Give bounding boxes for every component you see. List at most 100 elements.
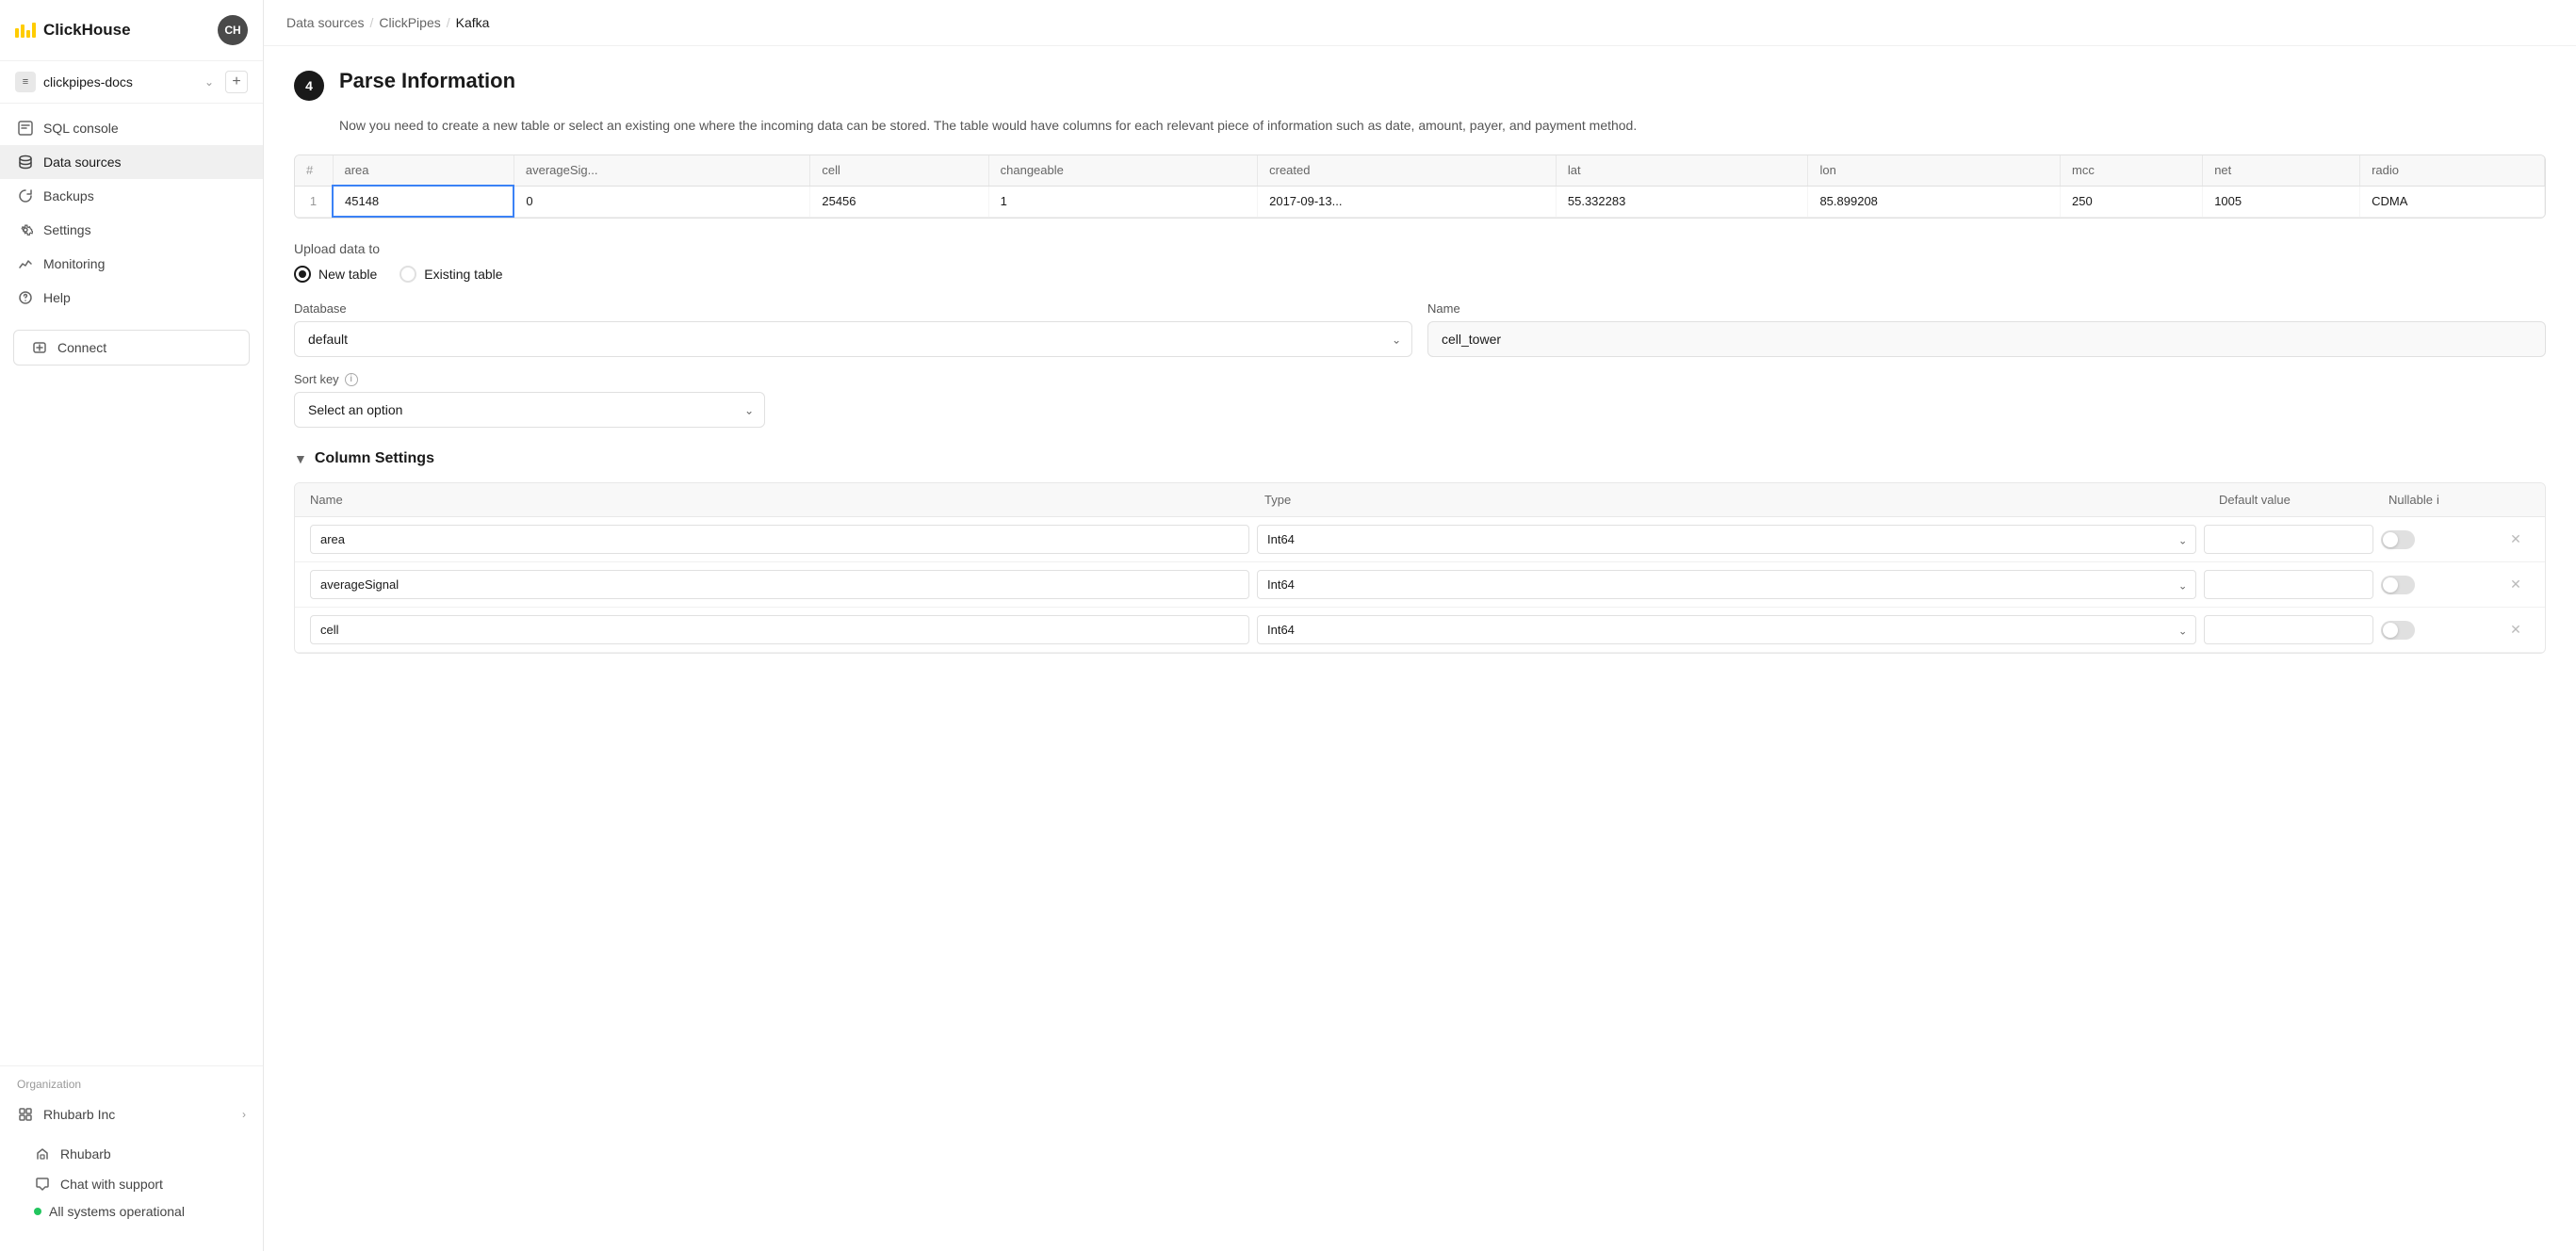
sort-key-select-wrapper: Select an option: [294, 392, 765, 428]
sidebar-item-backups[interactable]: Backups: [0, 179, 263, 213]
page-content: 4 Parse Information Now you need to crea…: [264, 46, 2576, 676]
col-name-averagesignal[interactable]: [310, 570, 1249, 599]
col-type-select-cell[interactable]: Int64: [1257, 615, 2196, 644]
col-header-radio: radio: [2360, 155, 2545, 186]
col-header-num: #: [295, 155, 333, 186]
system-status-label: All systems operational: [49, 1204, 185, 1219]
nullable-info-icon[interactable]: i: [2437, 493, 2439, 507]
connect-button[interactable]: Connect: [13, 330, 250, 366]
name-field-group: Name: [1427, 301, 2546, 357]
rhubarb-icon: [34, 1145, 51, 1162]
radio-new-table-circle: [294, 266, 311, 283]
chat-icon: [34, 1176, 51, 1193]
col-default-cell[interactable]: [2204, 615, 2373, 644]
col-default-averagesignal[interactable]: [2204, 570, 2373, 599]
settings-icon: [17, 221, 34, 238]
logo-bar-1: [15, 28, 19, 38]
col-header-changeable: changeable: [988, 155, 1257, 186]
cell-averagesig: 0: [514, 186, 809, 217]
col-header-lat: lat: [1556, 155, 1808, 186]
cell-lon: 85.899208: [1808, 186, 2061, 217]
settings-label: Settings: [43, 222, 91, 237]
radio-new-table[interactable]: New table: [294, 266, 377, 283]
column-row-averagesignal: Int64 ✕: [295, 562, 2545, 608]
cell-cell: 25456: [810, 186, 988, 217]
chat-support-button[interactable]: Chat with support: [34, 1170, 229, 1198]
breadcrumb-clickpipes[interactable]: ClickPipes: [379, 15, 440, 30]
status-dot-icon: [34, 1208, 41, 1215]
sidebar-item-sql-console[interactable]: SQL console: [0, 111, 263, 145]
table-row: 1 45148 0 25456 1 2017-09-13... 55.33228…: [295, 186, 2545, 217]
backups-label: Backups: [43, 188, 94, 203]
database-select[interactable]: default: [294, 321, 1412, 357]
col-name-cell[interactable]: [310, 615, 1249, 644]
col-default-area[interactable]: [2204, 525, 2373, 554]
columns-header-row: Name Type Default value Nullable i: [295, 483, 2545, 517]
logo-bars-icon: [15, 23, 36, 38]
workspace-selector[interactable]: ≡ clickpipes-docs ⌄ +: [0, 61, 263, 104]
radio-group: New table Existing table: [294, 266, 2546, 283]
radio-existing-table[interactable]: Existing table: [399, 266, 502, 283]
sidebar-bottom: Organization Rhubarb Inc ›: [0, 1065, 263, 1251]
form-row-db-name: Database default Name: [294, 301, 2546, 357]
column-row-cell: Int64 ✕: [295, 608, 2545, 653]
sort-key-label-text: Sort key: [294, 372, 339, 386]
sidebar-item-monitoring[interactable]: Monitoring: [0, 247, 263, 281]
main-content: Data sources / ClickPipes / Kafka 4 Pars…: [264, 0, 2576, 1251]
sidebar-item-settings[interactable]: Settings: [0, 213, 263, 247]
org-chevron-icon: ›: [242, 1108, 246, 1121]
avatar[interactable]: CH: [218, 15, 248, 45]
cell-lat: 55.332283: [1556, 186, 1808, 217]
col-header-averagesig: averageSig...: [514, 155, 809, 186]
backups-icon: [17, 187, 34, 204]
sort-key-select[interactable]: Select an option: [294, 392, 765, 428]
name-label: Name: [1427, 301, 2546, 316]
col-header-mcc: mcc: [2061, 155, 2203, 186]
sidebar-item-help[interactable]: Help: [0, 281, 263, 315]
breadcrumb-data-sources[interactable]: Data sources: [286, 15, 364, 30]
col-delete-averagesignal[interactable]: ✕: [2502, 577, 2530, 593]
connect-label: Connect: [57, 340, 106, 355]
cell-area: 45148: [333, 186, 514, 217]
breadcrumb-kafka: Kafka: [456, 15, 490, 30]
col-delete-cell[interactable]: ✕: [2502, 622, 2530, 638]
col-delete-area[interactable]: ✕: [2502, 531, 2530, 547]
col-header-delete: [2502, 493, 2530, 507]
sidebar-item-data-sources[interactable]: Data sources: [0, 145, 263, 179]
monitoring-label: Monitoring: [43, 256, 105, 271]
collapse-icon: ▼: [294, 451, 307, 466]
sql-console-label: SQL console: [43, 121, 119, 136]
help-icon: [17, 289, 34, 306]
table-header-row: # area averageSig... cell changeable cre…: [295, 155, 2545, 186]
add-workspace-button[interactable]: +: [225, 71, 248, 93]
rhubarb-item[interactable]: Rhubarb: [34, 1138, 229, 1170]
col-header-nullable: Nullable i: [2389, 493, 2502, 507]
radio-existing-table-circle: [399, 266, 416, 283]
chat-support-label: Chat with support: [60, 1177, 163, 1192]
step-header: 4 Parse Information: [294, 69, 2546, 101]
col-type-select-area[interactable]: Int64: [1257, 525, 2196, 554]
step-number: 4: [294, 71, 324, 101]
column-settings-header[interactable]: ▼ Column Settings: [294, 450, 2546, 467]
sort-key-info-icon[interactable]: i: [345, 373, 358, 386]
step-title: Parse Information: [339, 69, 515, 93]
col-header-name: Name: [310, 493, 1264, 507]
col-name-area[interactable]: [310, 525, 1249, 554]
col-type-select-averagesignal[interactable]: Int64: [1257, 570, 2196, 599]
database-select-wrapper: default: [294, 321, 1412, 357]
col-nullable-cell[interactable]: [2381, 621, 2415, 640]
name-input[interactable]: [1427, 321, 2546, 357]
status-section: Rhubarb Chat with support All systems op…: [17, 1130, 246, 1240]
cell-mcc: 250: [2061, 186, 2203, 217]
cell-num: 1: [295, 186, 333, 217]
workspace-chevron-icon: ⌄: [204, 75, 214, 89]
rhubarb-label: Rhubarb: [60, 1146, 111, 1162]
org-item[interactable]: Rhubarb Inc ›: [17, 1098, 246, 1130]
col-header-lon: lon: [1808, 155, 2061, 186]
sort-key-label: Sort key i: [294, 372, 765, 386]
breadcrumb-sep-1: /: [369, 15, 373, 30]
col-nullable-averagesignal[interactable]: [2381, 576, 2415, 594]
columns-table: Name Type Default value Nullable i Int64: [294, 482, 2546, 654]
col-nullable-area[interactable]: [2381, 530, 2415, 549]
database-label: Database: [294, 301, 1412, 316]
